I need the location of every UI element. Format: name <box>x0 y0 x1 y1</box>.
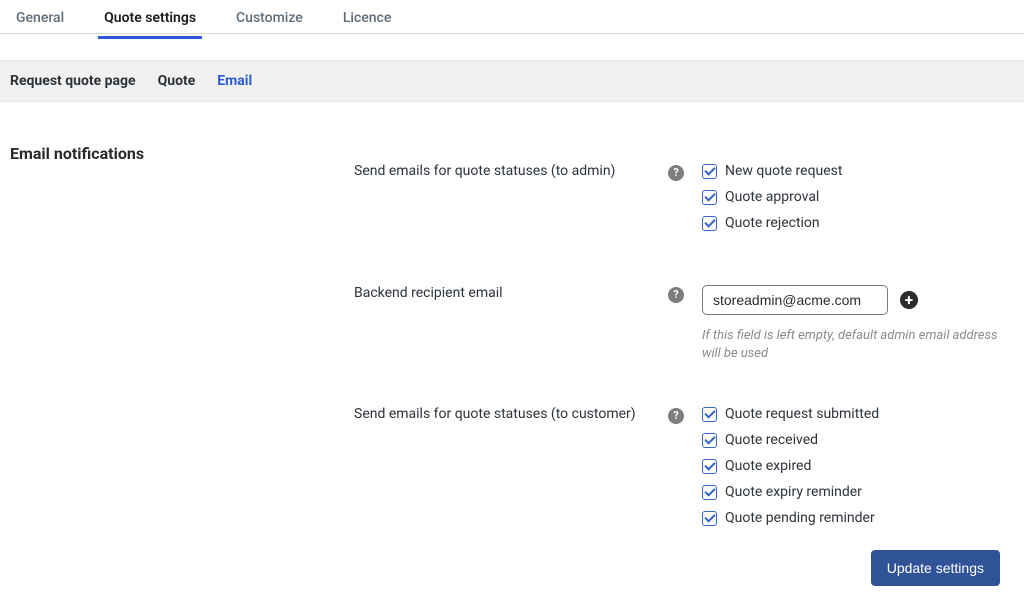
subtab-quote[interactable]: Quote <box>158 73 196 89</box>
tab-licence[interactable]: Licence <box>337 0 398 36</box>
update-settings-button[interactable]: Update settings <box>871 550 1000 586</box>
tab-quote-settings[interactable]: Quote settings <box>98 0 202 39</box>
checkbox-label-new-quote-request: New quote request <box>725 163 842 179</box>
checkbox-label-quote-approval: Quote approval <box>725 189 819 205</box>
recipient-email-helper: If this field is left empty, default adm… <box>702 327 1014 362</box>
checkbox-new-quote-request[interactable] <box>702 164 717 179</box>
checkbox-quote-received[interactable] <box>702 433 717 448</box>
settings-content: Email notifications Send emails for quot… <box>0 102 1024 536</box>
subtab-email[interactable]: Email <box>217 73 252 89</box>
recipient-email-input[interactable] <box>702 285 888 315</box>
recipient-email-label: Backend recipient email <box>354 285 664 362</box>
checkbox-label-quote-expiry-reminder: Quote expiry reminder <box>725 484 862 500</box>
checkbox-label-quote-pending-reminder: Quote pending reminder <box>725 510 875 526</box>
section-title: Email notifications <box>10 142 354 163</box>
tab-general[interactable]: General <box>10 0 70 36</box>
checkbox-label-quote-received: Quote received <box>725 432 818 448</box>
help-icon[interactable]: ? <box>668 165 684 181</box>
subtab-request-quote-page[interactable]: Request quote page <box>10 73 136 89</box>
help-icon[interactable]: ? <box>668 287 684 303</box>
footer: Update settings <box>871 550 1000 586</box>
checkbox-label-quote-expired: Quote expired <box>725 458 811 474</box>
sub-tabs: Request quote page Quote Email <box>0 60 1024 102</box>
checkbox-quote-expiry-reminder[interactable] <box>702 485 717 500</box>
checkbox-quote-expired[interactable] <box>702 459 717 474</box>
tab-customize[interactable]: Customize <box>230 0 309 36</box>
checkbox-label-quote-rejection: Quote rejection <box>725 215 820 231</box>
top-tabs: General Quote settings Customize Licence <box>0 0 1024 34</box>
checkbox-label-quote-request-submitted: Quote request submitted <box>725 406 879 422</box>
checkbox-quote-pending-reminder[interactable] <box>702 511 717 526</box>
customer-emails-label: Send emails for quote statuses (to custo… <box>354 406 664 536</box>
checkbox-quote-rejection[interactable] <box>702 216 717 231</box>
admin-emails-label: Send emails for quote statuses (to admin… <box>354 163 664 241</box>
plus-icon[interactable]: + <box>900 291 918 309</box>
checkbox-quote-approval[interactable] <box>702 190 717 205</box>
checkbox-quote-request-submitted[interactable] <box>702 407 717 422</box>
help-icon[interactable]: ? <box>668 408 684 424</box>
